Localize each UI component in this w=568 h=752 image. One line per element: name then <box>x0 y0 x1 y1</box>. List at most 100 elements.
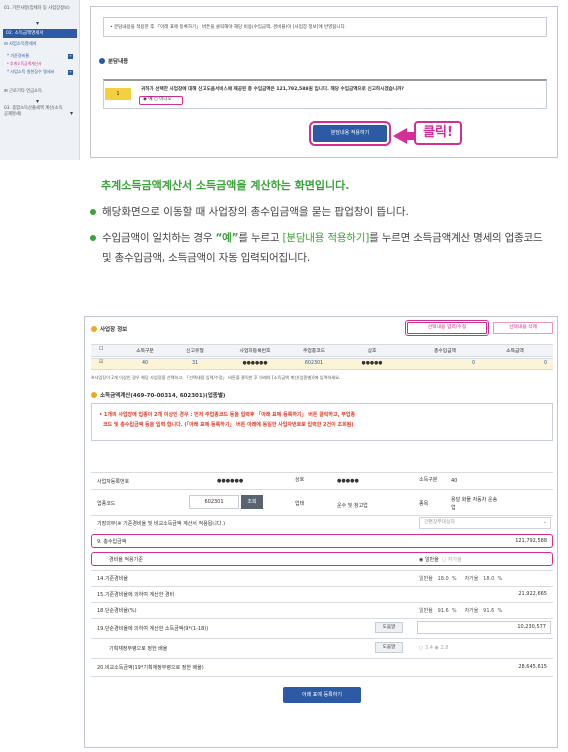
highlight-rate-basis <box>91 552 553 566</box>
sidebar-item-business-income[interactable]: ⊟ 사업소득명세서 <box>4 42 76 48</box>
calc-title: 소득금액계산(469-70-00314, 602301)(업종별) <box>91 391 225 399</box>
bullet-icon <box>91 392 97 398</box>
section-title-text: 분담내용 <box>108 59 129 65</box>
add-icon[interactable]: + <box>68 54 73 59</box>
simple-income-input[interactable]: 10,230,577 <box>417 621 551 634</box>
radio-own[interactable]: ○ 자가율 <box>442 557 462 563</box>
standard-rate-label: 14.기준경비율 <box>97 576 128 582</box>
biz-info-title: 사업장 정보 <box>91 325 127 333</box>
divider <box>91 618 553 619</box>
ministry-ratio-options: ○ 3.4 ◉ 2.8 <box>419 645 448 651</box>
chevron-down-icon: ▾ <box>36 20 40 27</box>
standard-expense-value: 21,922,665 <box>518 591 547 597</box>
sidebar-sub-label: 기준경비율 <box>10 53 30 58</box>
col-header: 상호 <box>367 349 377 354</box>
bullet-icon <box>99 58 105 64</box>
calc-title-text: 소득금액계산(469-70-00314, 602301)(업종별) <box>100 393 226 399</box>
ministry-ratio-label: 기획재정부령으로 정한 배율 <box>109 646 168 652</box>
sidebar-sub-standard-rate[interactable]: * 기준경비율 <box>7 53 29 59</box>
col-header: 주업종코드 <box>302 349 326 354</box>
rate-basis-options: ◉ 일반율 ○ 자가율 <box>419 556 462 563</box>
sidebar-item-income-statement[interactable]: 02. 소득금액명세서 <box>3 29 77 38</box>
divider <box>91 570 553 571</box>
bookkeeping-select[interactable]: 간편장부대상자 ⌄ <box>419 517 551 529</box>
bullet-text: 해당화면으로 이동할 때 사업장의 총수입금액을 묻는 팝업창이 뜹니다. <box>102 206 409 218</box>
sidebar-sub-estimated[interactable]: * 추계소득금액계산서 <box>7 61 42 67</box>
sidebar-item-label: 사업소득명세서 <box>8 42 37 47</box>
income-type-value: 40 <box>451 478 458 484</box>
radio-ratio-2[interactable]: ◉ 2.8 <box>435 645 449 651</box>
divider <box>91 638 553 639</box>
radio-no-label: 아니오 <box>159 97 172 102</box>
table-cell: ●●●●● <box>361 361 383 366</box>
name-value: ●●●●● <box>337 478 359 484</box>
radio-yes[interactable]: ◉ 예 <box>143 97 153 102</box>
click-callout: 클릭! <box>414 121 462 145</box>
sidebar-item-tax-calc[interactable]: 03. 종합소득산출세액 계산(소득공제명세) <box>4 106 66 118</box>
apportion-panel: • 분담내용을 적용한 후 「아래 표에 등록하기」 버튼을 클릭해야 해당 비… <box>90 6 558 158</box>
help-button[interactable]: 도움말 <box>375 622 403 633</box>
sidebar-item-label: 근로기타 연금소득 <box>8 89 42 94</box>
standard-rate-value: 일반율 18.0 % 자가율 18.0 % <box>419 576 503 582</box>
question-number: 1 <box>105 88 131 100</box>
sidebar-item-labor[interactable]: ⊞ 근로기타 연금소득 <box>4 89 76 95</box>
table-cell: 602301 <box>304 361 324 366</box>
bullet-highlight-yes: “예” <box>215 232 239 244</box>
income-type-label: 소득구분 <box>419 477 438 483</box>
bullet-dot <box>90 209 96 215</box>
bullet-text-part: 수입금액이 일치하는 경우 <box>102 232 216 244</box>
col-header: 신고유형 <box>186 349 204 354</box>
warning-text: 코드 및 총수입금액 등을 입력 합니다. (「아래 표에 등록하기」 버튼 아… <box>103 422 354 428</box>
table-cell: 0 <box>471 361 475 366</box>
radio-no[interactable]: ○ 아니오 <box>154 97 172 102</box>
simple-rate-value: 일반율 91.6 % 자가율 91.6 % <box>419 608 503 614</box>
item-value: 용달 화물 자동차 운송업 <box>451 497 498 511</box>
total-income-value: 121,792,588 <box>515 538 547 544</box>
radio-ratio-1[interactable]: ○ 3.4 <box>419 645 433 651</box>
item-label: 종목 <box>419 501 429 507</box>
reg-number-value: ●●●●●● <box>217 478 244 484</box>
industry-code-input[interactable]: 602301 <box>189 495 239 509</box>
divider <box>91 472 553 473</box>
radio-general-label: 일반율 <box>424 557 439 563</box>
bullet-text: 수입금액이 일치하는 경우 “예”를 누르고 [분담내용 적용하기]를 누르면 … <box>90 228 555 268</box>
sidebar-sub-label: 추계소득금액계산서 <box>10 61 42 66</box>
divider <box>91 586 553 587</box>
table-cell: 40 <box>141 361 149 366</box>
biz-type-value: 운수 및 창고업 <box>337 503 368 509</box>
biz-info-title-text: 사업장 정보 <box>100 327 128 333</box>
bookkeeping-label: 기장의무(※ 기준경비율 및 비교소득금액 계산서 적용됩니다.) <box>97 521 226 527</box>
register-below-button[interactable]: 아래 표에 등록하기 <box>283 687 361 703</box>
radio-ratio-2-label: 2.8 <box>440 645 449 651</box>
sidebar: 01. 기본사항(업체자 등 사업장정보) ▾ 02. 소득금액명세서 ⊟ 사업… <box>0 0 80 160</box>
caption: 추계소득금액계산서 소득금액을 계산하는 화면입니다. <box>101 179 350 192</box>
bullet-dot <box>90 235 96 241</box>
answer-radio-group: ◉ 예 ○ 아니오 <box>139 96 183 105</box>
bullet-highlight-apply: [분담내용 적용하기] <box>282 232 370 244</box>
delete-selection-button[interactable]: 선택내용 삭제 <box>493 322 553 334</box>
select-all-checkbox[interactable]: ☐ <box>99 347 103 352</box>
radio-general[interactable]: ◉ 일반율 <box>419 557 439 563</box>
help-button[interactable]: 도움말 <box>375 642 403 653</box>
col-header: 사업자등록번호 <box>239 349 271 354</box>
chevron-down-icon: ▾ <box>70 110 74 117</box>
simple-rate-label: 18.단순경비율(%) <box>97 608 137 614</box>
row-checkbox[interactable]: ☑ <box>99 360 103 365</box>
col-header: 소득금액 <box>506 349 524 354</box>
radio-ratio-1-label: 3.4 <box>424 645 433 651</box>
divider <box>91 515 553 516</box>
add-icon[interactable]: + <box>68 70 73 75</box>
apply-apportion-button[interactable]: 분담내용 적용하기 <box>309 121 391 146</box>
edit-selection-button[interactable]: 선택내용 입력/수정 <box>405 320 489 336</box>
divider <box>91 489 553 490</box>
radio-own-label: 자가율 <box>447 557 462 563</box>
lookup-button[interactable]: 조회 <box>241 495 263 509</box>
table-cell: ●●●●●● <box>242 361 268 366</box>
radio-yes-label: 예 <box>148 97 153 102</box>
sidebar-sub-label: 사업소득 원천징수 명세서 <box>10 69 55 74</box>
sidebar-item-basic[interactable]: 01. 기본사항(업체자 등 사업장정보) <box>4 6 76 12</box>
sidebar-sub-withholding[interactable]: * 사업소득 원천징수 명세서 <box>7 69 67 75</box>
col-header: 소득구분 <box>136 349 154 354</box>
biz-type-label: 업태 <box>295 501 305 507</box>
income-calc-panel: 사업장 정보 선택내용 입력/수정 선택내용 삭제 ☐ 소득구분 신고유형 사업… <box>84 316 558 748</box>
